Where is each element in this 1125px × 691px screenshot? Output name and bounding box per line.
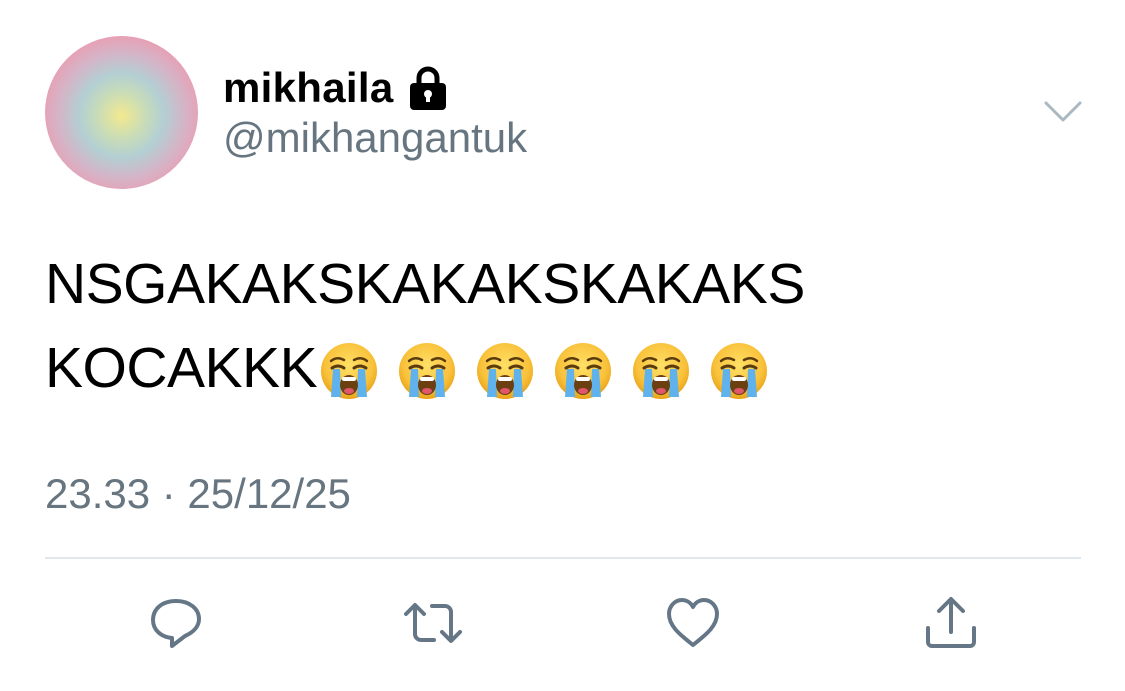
tweet-timestamp[interactable]: 23.33 · 25/12/25 <box>45 470 351 518</box>
lock-icon <box>407 66 449 110</box>
user-handle[interactable]: @mikhangantuk <box>223 114 527 162</box>
tweet-text-line-1: NSGAKAKSKAKAKSKAKAKS <box>45 252 805 316</box>
reply-icon <box>151 599 201 648</box>
display-name[interactable]: mikhaila <box>223 64 393 112</box>
loudly-crying-face-icon <box>397 340 457 400</box>
tweet-text: NSGAKAKSKAKAKSKAKAKS KOCAKKK <box>45 242 1085 410</box>
user-name-row: mikhaila <box>223 62 449 114</box>
tweet-text-line-2-text: KOCAKKK <box>45 336 318 400</box>
retweet-icon <box>404 603 462 643</box>
loudly-crying-face-icon <box>709 340 769 400</box>
loudly-crying-face-icon <box>475 340 535 400</box>
reply-button[interactable] <box>146 593 206 653</box>
emoji-run <box>319 340 769 400</box>
avatar[interactable] <box>45 36 198 189</box>
like-button[interactable] <box>663 593 723 653</box>
divider <box>45 557 1081 559</box>
loudly-crying-face-icon <box>553 340 613 400</box>
share-icon <box>926 597 976 648</box>
loudly-crying-face-icon <box>631 340 691 400</box>
tweet-text-line-2: KOCAKKK <box>45 326 1085 410</box>
heart-icon <box>667 598 719 647</box>
chevron-down-icon[interactable] <box>1043 98 1083 126</box>
retweet-button[interactable] <box>403 593 463 653</box>
share-button[interactable] <box>921 593 981 653</box>
loudly-crying-face-icon <box>319 340 379 400</box>
